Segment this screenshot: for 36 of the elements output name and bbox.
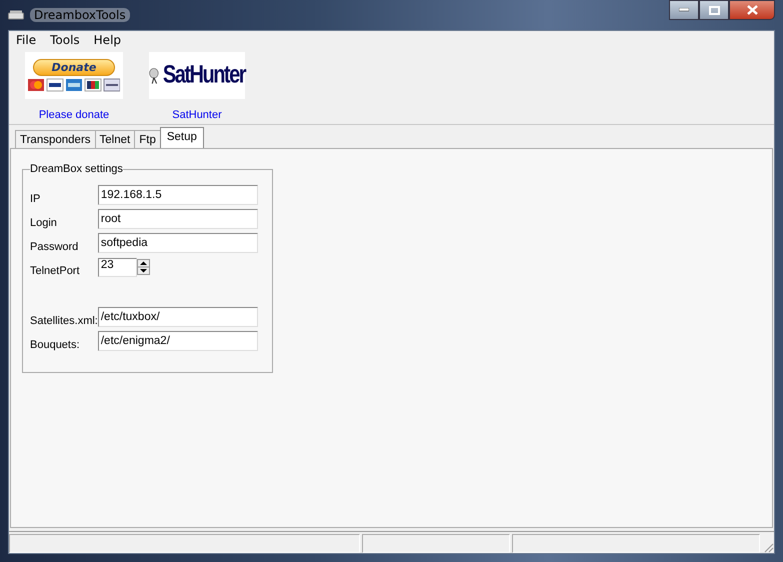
input-field[interactable]: /etc/tuxbox/ (98, 307, 258, 327)
tab[interactable]: Transponders (15, 130, 96, 148)
maximize-button[interactable] (699, 0, 729, 20)
logo-text: SatHunter (162, 61, 245, 90)
minimize-icon (679, 8, 689, 12)
close-button[interactable] (729, 0, 775, 20)
menu-item[interactable]: File (9, 32, 44, 50)
donate-button[interactable]: Donate (32, 59, 116, 76)
spin-arrows-icon[interactable] (136, 259, 150, 275)
field-label: Password (30, 241, 78, 253)
tab[interactable]: Setup (160, 127, 204, 148)
field-label: Login (30, 217, 57, 229)
field-label: TelnetPort (30, 265, 80, 277)
maximize-icon (708, 6, 720, 14)
payment-cards-icon (28, 78, 120, 92)
menu-item[interactable]: Tools (43, 32, 87, 50)
tab[interactable]: Ftp (134, 130, 161, 148)
close-icon (746, 5, 758, 15)
sathunter-link[interactable]: SatHunter (172, 109, 222, 121)
field-label: Bouquets: (30, 339, 80, 351)
resize-grip-icon[interactable] (762, 541, 774, 553)
donate-banner[interactable]: Donate (25, 52, 123, 99)
group-title: DreamBox settings (30, 163, 123, 175)
donate-link[interactable]: Please donate (38, 109, 110, 121)
sathunter-logo[interactable]: SatHunter (149, 52, 245, 99)
menu-item[interactable]: Help (86, 32, 128, 50)
drive-icon (8, 10, 24, 20)
window-title: DreamboxTools (30, 8, 130, 22)
input-field[interactable]: softpedia (98, 233, 258, 253)
field-label: IP (30, 193, 40, 205)
input-field[interactable]: /etc/enigma2/ (98, 331, 258, 351)
spin-field[interactable]: 23 (98, 257, 258, 277)
minimize-button[interactable] (669, 0, 699, 20)
input-field[interactable]: 192.168.1.5 (98, 185, 258, 205)
input-field[interactable]: root (98, 209, 258, 229)
field-label: Satellites.xml: (30, 315, 98, 327)
